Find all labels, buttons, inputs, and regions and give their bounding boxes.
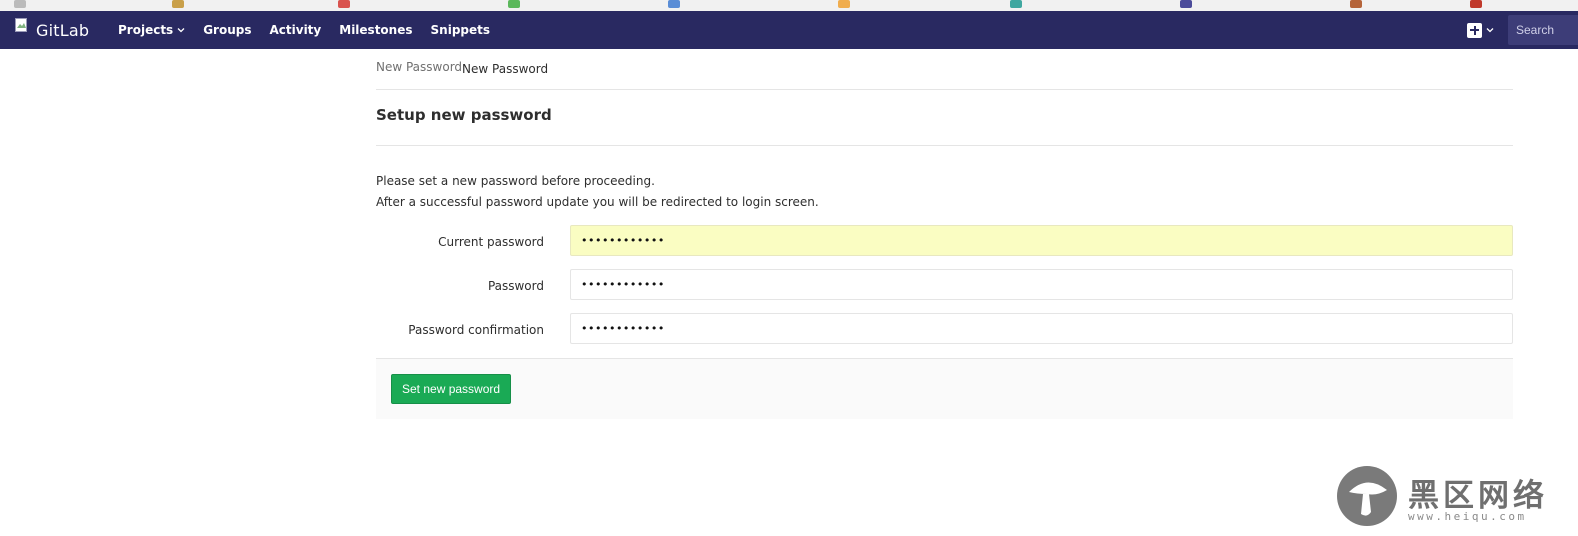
intro-line: After a successful password update you w…: [376, 195, 819, 209]
password-confirmation-label: Password confirmation: [408, 323, 544, 337]
nav-snippets[interactable]: Snippets: [431, 23, 491, 37]
bookmark-icon[interactable]: [508, 0, 520, 8]
watermark-text: 黑区网络: [1408, 478, 1548, 514]
top-navbar: GitLab Projects Groups Activity Mileston…: [0, 11, 1578, 49]
bookmark-icon[interactable]: [172, 0, 184, 8]
nav-projects-label: Projects: [118, 23, 174, 37]
form-row-password-confirmation: Password confirmation: [376, 313, 1513, 357]
nav-groups[interactable]: Groups: [203, 23, 251, 37]
bookmark-icon[interactable]: [338, 0, 350, 8]
search-input[interactable]: Search: [1508, 15, 1578, 45]
bookmark-icon[interactable]: [838, 0, 850, 8]
chevron-down-icon: [1486, 28, 1494, 33]
new-item-dropdown[interactable]: [1467, 22, 1494, 38]
main-nav: Projects Groups Activity Milestones Snip…: [118, 11, 508, 49]
bookmark-icon[interactable]: [668, 0, 680, 8]
watermark: 黑区网络 www.heiqu.com: [1337, 466, 1557, 528]
current-password-input[interactable]: [570, 225, 1513, 256]
gitlab-logo[interactable]: GitLab: [15, 11, 89, 49]
password-confirmation-input[interactable]: [570, 313, 1513, 344]
new-password-form: Current password Password Password confi…: [376, 225, 1513, 419]
mushroom-icon: [1349, 482, 1387, 516]
password-input[interactable]: [570, 269, 1513, 300]
main-content: New Password New Password Setup new pass…: [376, 49, 1513, 419]
bookmark-icon[interactable]: [1010, 0, 1022, 8]
watermark-url: www.heiqu.com: [1408, 510, 1527, 523]
nav-activity[interactable]: Activity: [270, 23, 322, 37]
bookmark-icon[interactable]: [1180, 0, 1192, 8]
navbar-right: Search: [1467, 11, 1578, 49]
nav-milestones[interactable]: Milestones: [339, 23, 412, 37]
intro-line: Please set a new password before proceed…: [376, 174, 655, 188]
form-row-password: Password: [376, 269, 1513, 313]
form-row-current-password: Current password: [376, 225, 1513, 269]
bookmark-icon[interactable]: [14, 0, 26, 8]
form-actions: Set new password: [376, 358, 1513, 419]
chevron-down-icon: [177, 28, 185, 33]
page-title: Setup new password: [376, 90, 1513, 146]
bookmark-icon[interactable]: [1350, 0, 1362, 8]
set-new-password-button[interactable]: Set new password: [391, 374, 512, 404]
breadcrumb: New Password New Password: [376, 49, 1513, 90]
password-label: Password: [487, 279, 544, 293]
broken-image-icon: [15, 18, 27, 32]
intro-text: Please set a new password before proceed…: [376, 146, 1513, 213]
watermark-logo: [1337, 466, 1397, 526]
bookmark-icon[interactable]: [1470, 0, 1482, 8]
plus-icon: [1467, 22, 1482, 38]
current-password-label: Current password: [438, 235, 544, 249]
breadcrumb-current: New Password: [462, 62, 549, 76]
nav-projects[interactable]: Projects: [118, 23, 185, 37]
breadcrumb-item[interactable]: New Password: [376, 60, 462, 74]
brand-name: GitLab: [36, 20, 90, 40]
